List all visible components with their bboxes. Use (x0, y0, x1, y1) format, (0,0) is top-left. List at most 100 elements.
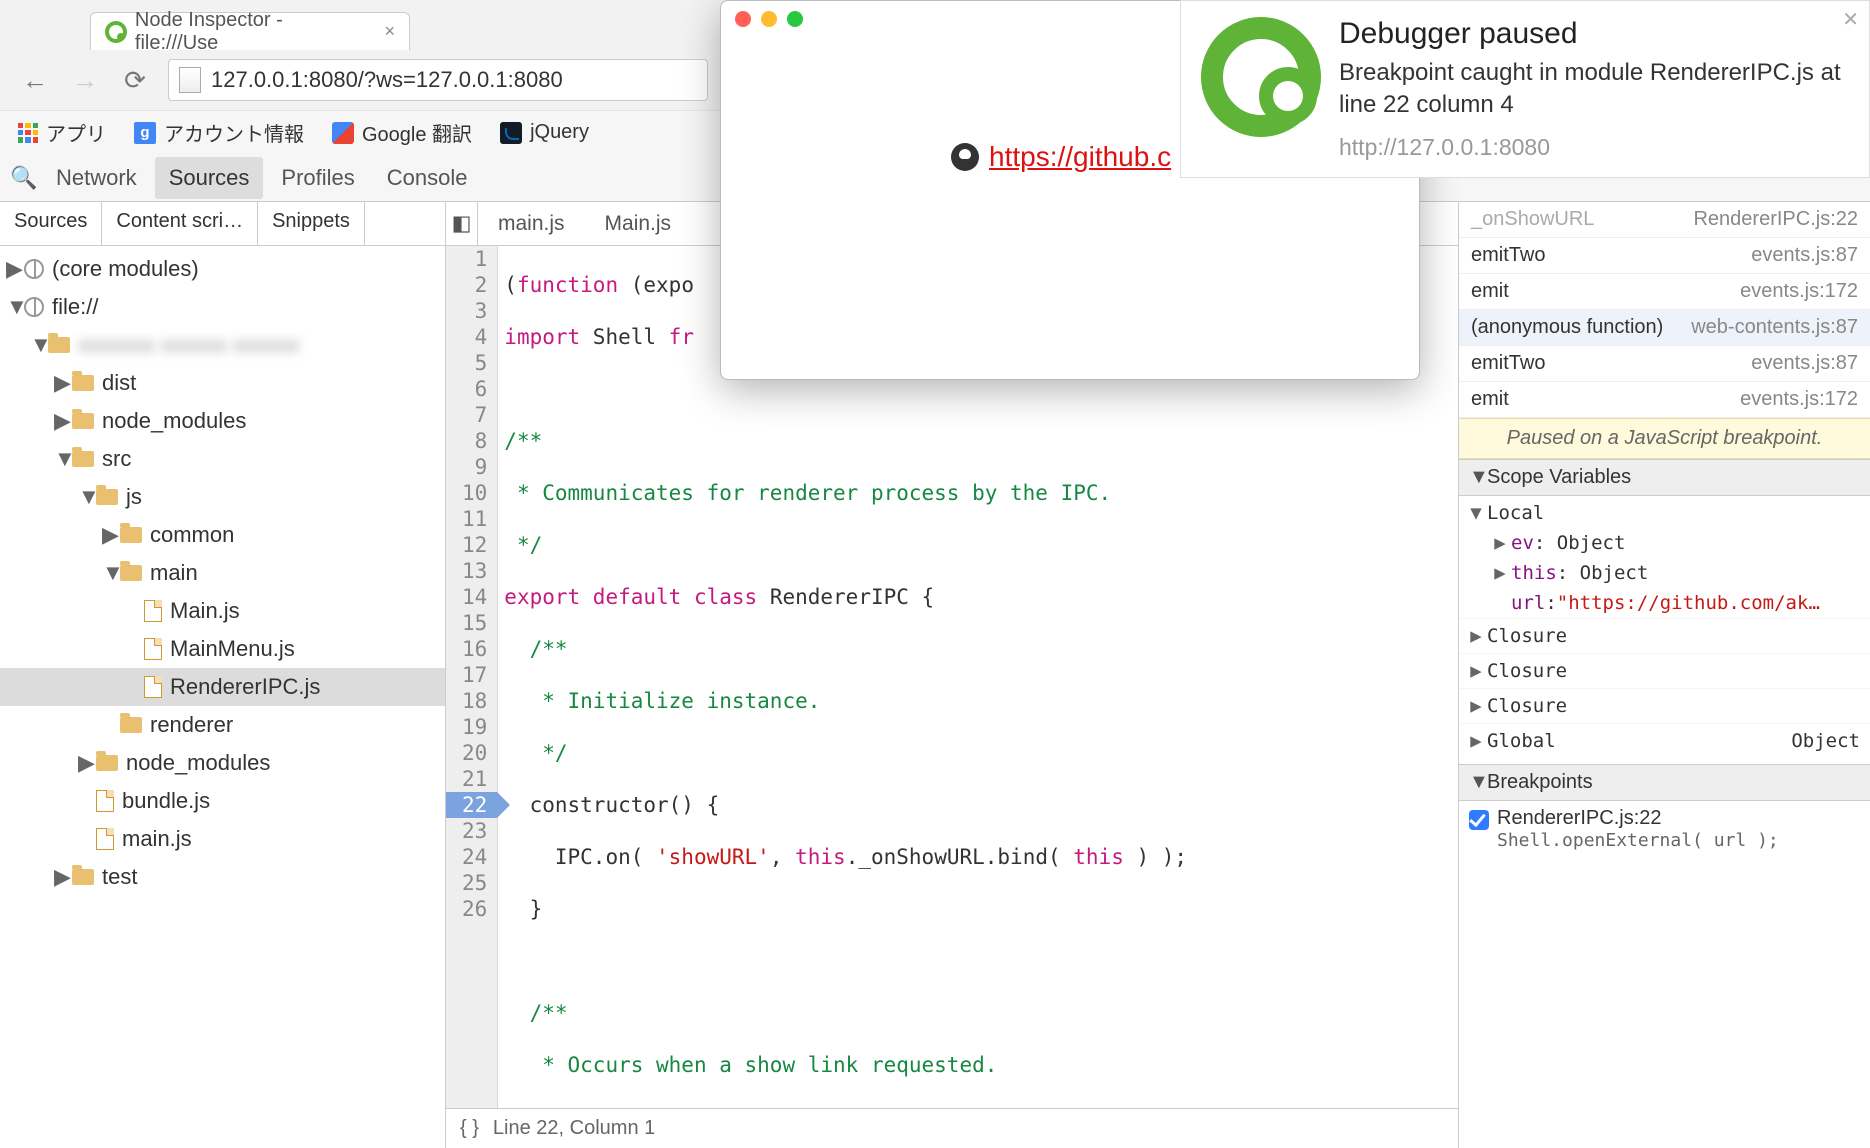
scope-global[interactable]: ▶GlobalObject (1459, 723, 1870, 758)
link-text[interactable]: https://github.c (989, 141, 1171, 173)
tree-common[interactable]: ▶common (0, 516, 445, 554)
navtab-content-scripts[interactable]: Content scri… (102, 202, 258, 245)
close-icon[interactable]: × (384, 21, 395, 42)
tree-core-modules[interactable]: ▶(core modules) (0, 250, 445, 288)
zoom-icon[interactable] (787, 11, 803, 27)
scope-var-ev[interactable]: ▶ev: Object (1459, 528, 1870, 558)
editor-tab-Main[interactable]: Main.js (585, 204, 692, 244)
folder-icon (48, 337, 70, 353)
notification-source: http://127.0.0.1:8080 (1339, 134, 1849, 161)
scope-var-url[interactable]: url: "https://github.com/ak… (1459, 588, 1870, 618)
url-field[interactable]: 127.0.0.1:8080/?ws=127.0.0.1:8080 (168, 59, 708, 101)
tree-src[interactable]: ▼src (0, 440, 445, 478)
bookmark-label: アカウント情報 (164, 118, 304, 147)
breakpoint-item[interactable]: RendererIPC.js:22 Shell.openExternal( ur… (1459, 801, 1870, 857)
scope-closure[interactable]: ▶Closure (1459, 688, 1870, 723)
scope-header[interactable]: ▼Scope Variables (1459, 459, 1870, 496)
editor-tab-main[interactable]: main.js (478, 204, 585, 244)
favicon-icon (105, 21, 127, 43)
translate-bookmark[interactable]: Google 翻訳 (332, 118, 472, 147)
tree-label: js (126, 484, 142, 510)
file-tree[interactable]: ▶(core modules) ▼file:// ▼xxxxxxx xxxxxx… (0, 246, 445, 1148)
tab-profiles[interactable]: Profiles (267, 157, 368, 199)
tab-sources[interactable]: Sources (155, 157, 264, 199)
scope-local[interactable]: ▼Local (1459, 498, 1870, 528)
tree-file-origin[interactable]: ▼file:// (0, 288, 445, 326)
github-icon (951, 143, 979, 171)
navigator-tabs: Sources Content scri… Snippets (0, 202, 445, 246)
close-icon[interactable]: ✕ (1842, 7, 1859, 32)
call-frame[interactable]: _onShowURLRendererIPC.js:22 (1459, 202, 1870, 238)
tree-file-rendereripc[interactable]: RendererIPC.js (0, 668, 445, 706)
navtab-snippets[interactable]: Snippets (258, 202, 365, 245)
call-frame[interactable]: (anonymous function)web-contents.js:87 (1459, 310, 1870, 346)
window-controls[interactable] (735, 11, 803, 27)
tree-node-modules-2[interactable]: ▶node_modules (0, 744, 445, 782)
folder-icon (72, 869, 94, 885)
bookmark-label: jQuery (530, 121, 589, 144)
notification-title: Debugger paused (1339, 17, 1849, 51)
tree-main[interactable]: ▼main (0, 554, 445, 592)
tree-label: src (102, 446, 131, 472)
close-icon[interactable] (735, 11, 751, 27)
translate-icon (332, 122, 354, 144)
back-button[interactable]: ← (18, 63, 52, 97)
pretty-print-icon[interactable]: { } (460, 1117, 479, 1140)
tree-dist[interactable]: ▶dist (0, 364, 445, 402)
tree-js[interactable]: ▼js (0, 478, 445, 516)
tree-file-main[interactable]: Main.js (0, 592, 445, 630)
tree-file-mainmenu[interactable]: MainMenu.js (0, 630, 445, 668)
globe-icon (24, 259, 44, 279)
tree-test[interactable]: ▶test (0, 858, 445, 896)
tree-project[interactable]: ▼xxxxxxx xxxxxx xxxxxx (0, 326, 445, 364)
tree-label: file:// (52, 294, 98, 320)
tree-label: renderer (150, 712, 233, 738)
tree-label: Main.js (170, 598, 240, 624)
call-frame[interactable]: emitevents.js:172 (1459, 274, 1870, 310)
github-link[interactable]: https://github.c (951, 141, 1171, 173)
breakpoint-code: Shell.openExternal( url ); (1497, 830, 1779, 851)
tree-label: bundle.js (122, 788, 210, 814)
checkbox-icon[interactable] (1469, 810, 1489, 830)
folder-icon (72, 375, 94, 391)
folder-icon (120, 565, 142, 581)
apps-bookmark[interactable]: アプリ (18, 118, 106, 147)
call-frame[interactable]: emitevents.js:172 (1459, 382, 1870, 418)
gutter[interactable]: 123456789 1011121314151617 1819202122232… (446, 246, 498, 1108)
browser-tab[interactable]: Node Inspector - file:///Use × (90, 12, 410, 50)
tab-console[interactable]: Console (373, 157, 482, 199)
jsfile-icon (96, 828, 114, 850)
folder-icon (96, 489, 118, 505)
notification[interactable]: Debugger paused Breakpoint caught in mod… (1180, 0, 1870, 178)
minimize-icon[interactable] (761, 11, 777, 27)
toggle-navigator-icon[interactable]: ◧ (446, 202, 478, 245)
call-frame[interactable]: emitTwoevents.js:87 (1459, 346, 1870, 382)
jquery-icon (500, 122, 522, 144)
breakpoints-header[interactable]: ▼Breakpoints (1459, 764, 1870, 801)
scope-closure[interactable]: ▶Closure (1459, 618, 1870, 653)
tree-label: RendererIPC.js (170, 674, 320, 700)
account-bookmark[interactable]: g アカウント情報 (134, 118, 304, 147)
jquery-bookmark[interactable]: jQuery (500, 121, 589, 144)
tree-file-mainjs[interactable]: main.js (0, 820, 445, 858)
notification-message: Breakpoint caught in module RendererIPC.… (1339, 57, 1849, 122)
navigator-panel: Sources Content scri… Snippets ▶(core mo… (0, 202, 446, 1148)
call-frame[interactable]: emitTwoevents.js:87 (1459, 238, 1870, 274)
forward-button[interactable]: → (68, 63, 102, 97)
navtab-sources[interactable]: Sources (0, 202, 102, 245)
google-icon: g (134, 122, 156, 144)
folder-icon (72, 451, 94, 467)
tab-network[interactable]: Network (42, 157, 151, 199)
reload-button[interactable]: ⟳ (118, 63, 152, 97)
tree-node-modules[interactable]: ▶node_modules (0, 402, 445, 440)
folder-icon (96, 755, 118, 771)
breakpoint-marker[interactable]: 22 (446, 792, 497, 818)
tree-label: common (150, 522, 234, 548)
tree-file-bundle[interactable]: bundle.js (0, 782, 445, 820)
folder-icon (120, 527, 142, 543)
search-icon[interactable]: 🔍 (10, 165, 38, 191)
bookmark-label: アプリ (46, 118, 106, 147)
tree-renderer[interactable]: renderer (0, 706, 445, 744)
scope-closure[interactable]: ▶Closure (1459, 653, 1870, 688)
scope-var-this[interactable]: ▶this: Object (1459, 558, 1870, 588)
